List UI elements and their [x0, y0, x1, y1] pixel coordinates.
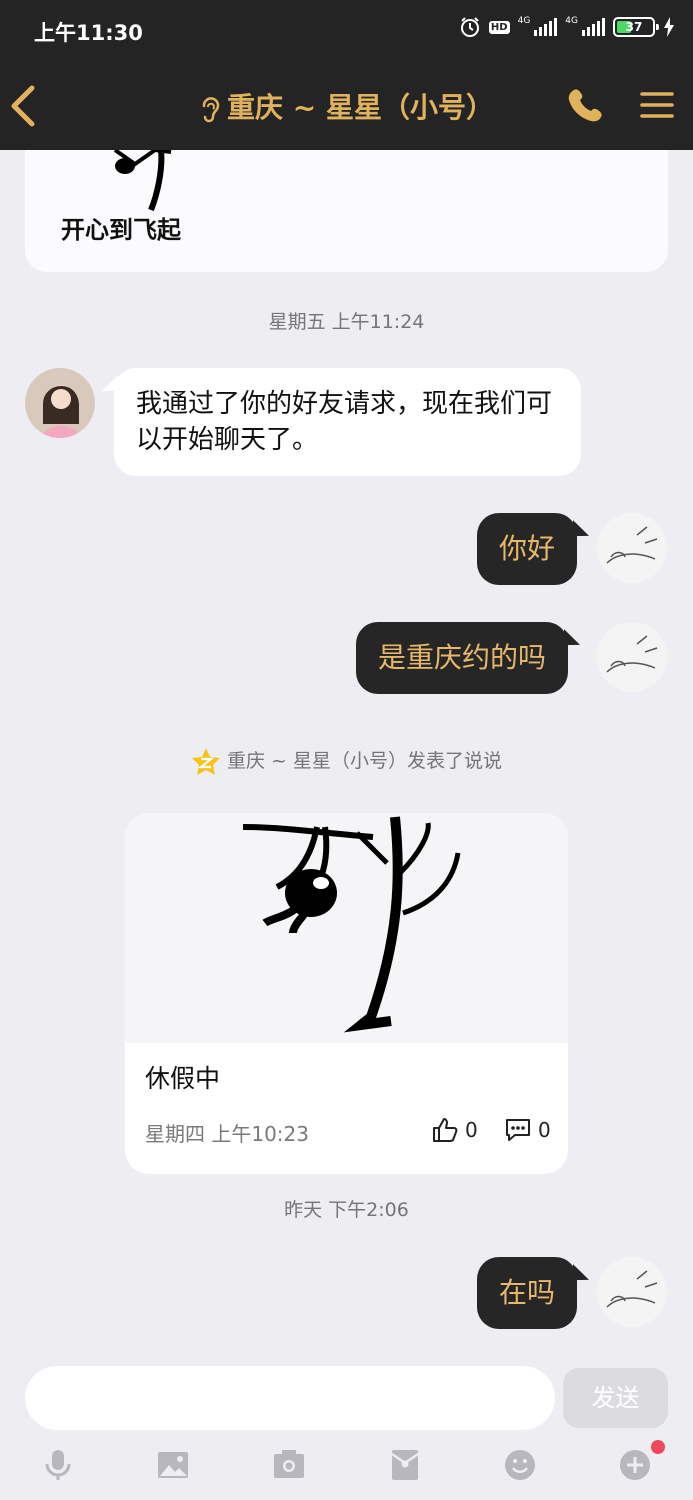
incoming-message[interactable]: 我通过了你的好友请求，现在我们可以开始聊天了。 [114, 368, 581, 476]
moment-text: 休假中 [145, 1064, 221, 1093]
contact-avatar[interactable] [25, 368, 95, 438]
self-avatar[interactable] [597, 1257, 667, 1327]
qzone-star-icon [192, 747, 220, 775]
red-envelope-icon[interactable] [388, 1448, 422, 1482]
emoji-icon[interactable] [503, 1448, 537, 1482]
thumbs-up-icon [433, 1118, 458, 1142]
microphone-icon[interactable] [41, 1448, 75, 1482]
self-avatar[interactable] [597, 622, 667, 692]
moment-notice: 重庆 ~ 星星（小号）发表了说说 [0, 746, 693, 777]
chat-title-text: 重庆 ~ 星星（小号） [227, 91, 494, 124]
hd-badge: HD [488, 20, 510, 34]
menu-icon[interactable] [640, 90, 674, 120]
moment-card[interactable]: 休假中 星期四 上午10:23 0 0 [125, 813, 568, 1174]
phone-icon[interactable] [566, 86, 606, 126]
timestamp: 星期五 上午11:24 [268, 311, 425, 333]
alarm-icon [460, 17, 479, 37]
status-time: 上午11:30 [34, 21, 143, 45]
battery-icon: 37 [613, 17, 659, 37]
comment-count: 0 [538, 1118, 551, 1142]
network-label-1: 4G [517, 16, 531, 26]
like-count: 0 [465, 1118, 478, 1142]
contact-avatar-image [25, 368, 95, 438]
moment-time: 星期四 上午10:23 [145, 1122, 309, 1146]
sticker-caption: 开心到飞起 [61, 216, 181, 244]
comment-button[interactable]: 0 [504, 1116, 551, 1144]
battery-level: 37 [625, 20, 643, 34]
timestamp: 昨天 下午2:06 [284, 1199, 409, 1221]
input-bar: 发送 [0, 1350, 693, 1500]
chat-area[interactable]: 开心到飞起 星期五 上午11:24 我通过了你的好友请求，现在我们可以开始聊天了… [0, 110, 693, 1350]
moment-image [125, 813, 568, 1043]
back-arrow-icon[interactable] [8, 84, 38, 128]
camera-icon[interactable] [272, 1448, 306, 1482]
outgoing-message[interactable]: 你好 [477, 513, 578, 585]
like-button[interactable]: 0 [431, 1116, 478, 1144]
outgoing-message[interactable]: 在吗 [477, 1257, 578, 1329]
signal-icon-2 [582, 18, 605, 36]
status-icons: HD 4G 4G 37 [459, 16, 675, 38]
self-avatar-image [606, 1270, 658, 1308]
self-avatar[interactable] [597, 513, 667, 583]
notification-dot [651, 1440, 665, 1454]
comment-icon [506, 1119, 530, 1141]
moment-notice-text: 重庆 ~ 星星（小号）发表了说说 [227, 750, 502, 772]
image-icon[interactable] [156, 1448, 190, 1482]
signal-icon [534, 18, 558, 36]
network-label-2: 4G [565, 16, 578, 26]
self-avatar-image [606, 526, 658, 564]
ear-icon [202, 97, 220, 123]
message-input[interactable] [25, 1366, 555, 1430]
top-bar: 上午11:30 HD 4G 4G 37 重庆 ~ 星星（小号） [0, 0, 693, 150]
self-avatar-image [606, 635, 658, 673]
send-button[interactable]: 发送 [563, 1368, 668, 1428]
charging-icon [664, 17, 674, 37]
outgoing-message[interactable]: 是重庆约的吗 [356, 622, 569, 694]
plus-icon[interactable] [618, 1448, 652, 1482]
